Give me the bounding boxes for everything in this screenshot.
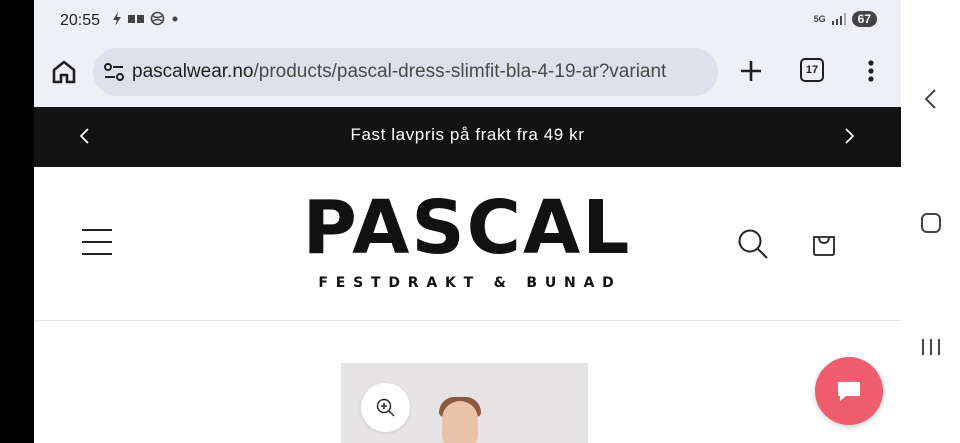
status-system-icons: 5G 67 — [814, 11, 877, 27]
home-nav-icon — [920, 213, 941, 233]
status-notification-icons — [112, 11, 179, 26]
chevron-right-icon[interactable] — [840, 125, 858, 147]
plus-icon[interactable] — [738, 58, 764, 84]
browser-toolbar: pascalwear.no/products/pascal-dress-slim… — [34, 42, 901, 107]
model-face — [442, 401, 478, 443]
url-text[interactable]: pascalwear.no/products/pascal-dress-slim… — [132, 61, 666, 83]
home-nav-button[interactable] — [901, 201, 960, 245]
left-edge-bar — [0, 0, 34, 443]
card-icon — [128, 14, 144, 23]
more-vert-icon[interactable] — [859, 58, 883, 84]
back-nav-icon — [924, 89, 936, 109]
dot-icon — [172, 16, 178, 21]
url-bar[interactable]: pascalwear.no/products/pascal-dress-slim… — [93, 48, 718, 96]
back-nav-button[interactable] — [901, 77, 960, 121]
site-logo[interactable]: PASCAL FESTDRAKT & BUNAD — [296, 191, 638, 291]
tab-count: 17 — [805, 64, 819, 76]
home-icon[interactable] — [50, 58, 78, 86]
battery-level: 67 — [851, 11, 877, 27]
android-nav-bar — [901, 0, 960, 443]
url-path: /products/pascal-dress-slimfit-bla-4-19-… — [253, 61, 667, 82]
zoom-button[interactable] — [361, 383, 410, 432]
swirl-icon — [150, 11, 165, 26]
tabs-icon[interactable]: 17 — [800, 58, 824, 82]
announcement-bar: Fast lavpris på frakt fra 49 kr — [34, 107, 901, 167]
phone-screen: 20:55 5G 67 pascalwear.no/products/pasca… — [34, 0, 901, 443]
status-bar: 20:55 5G 67 — [34, 0, 901, 42]
lightning-icon — [113, 11, 121, 26]
url-host: pascalwear.no — [132, 61, 254, 82]
site-settings-icon[interactable] — [103, 62, 125, 82]
status-time: 20:55 — [60, 12, 101, 29]
signal-icon — [831, 13, 846, 25]
chat-button[interactable] — [815, 357, 883, 425]
search-icon[interactable] — [736, 227, 770, 261]
chat-icon — [838, 382, 860, 401]
site-header: PASCAL FESTDRAKT & BUNAD — [34, 167, 901, 321]
product-image[interactable] — [341, 363, 588, 443]
zoom-in-icon — [376, 398, 394, 416]
logo-wordmark: PASCAL — [302, 185, 632, 271]
announcement-text: Fast lavpris på frakt fra 49 kr — [350, 125, 585, 144]
recents-nav-icon — [921, 339, 940, 355]
logo-tagline: FESTDRAKT & BUNAD — [318, 275, 622, 291]
cart-icon[interactable] — [809, 228, 839, 258]
recents-nav-button[interactable] — [901, 325, 960, 369]
network-type-label: 5G — [813, 14, 826, 24]
hamburger-icon[interactable] — [80, 225, 114, 259]
